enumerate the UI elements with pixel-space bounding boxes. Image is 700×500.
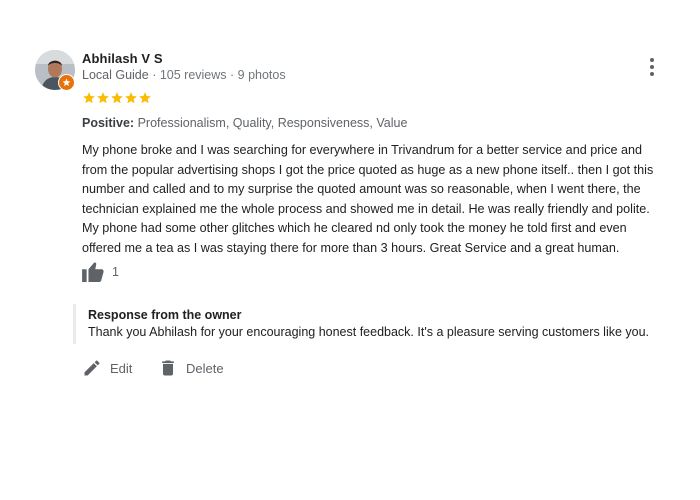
meta-separator: ·	[148, 68, 160, 82]
star-icon	[139, 92, 151, 104]
star-icon	[83, 92, 95, 104]
thumbs-up-icon	[82, 262, 104, 282]
owner-response-title: Response from the owner	[88, 308, 242, 322]
meta-separator: ·	[226, 68, 238, 82]
like-count: 1	[112, 265, 119, 279]
review-text: My phone broke and I was searching for e…	[82, 143, 654, 255]
trash-icon	[162, 360, 174, 376]
owner-response-text: Thank you Abhilash for your encouraging …	[88, 325, 650, 339]
star-icon	[125, 92, 137, 104]
positive-values: Professionalism, Quality, Responsiveness…	[137, 116, 408, 130]
owner-response: Response from the owner Thank you Abhila…	[73, 304, 700, 344]
star-rating	[82, 91, 152, 107]
more-vertical-icon[interactable]	[640, 55, 664, 79]
star-icon	[111, 92, 123, 104]
local-guide-label: Local Guide	[82, 68, 149, 82]
author-meta: Local Guide · 105 reviews · 9 photos	[82, 68, 286, 82]
author-name[interactable]: Abhilash V S	[82, 51, 163, 66]
delete-button[interactable]: Delete	[158, 356, 224, 380]
local-guide-badge-icon	[58, 74, 75, 91]
star-icon	[97, 92, 109, 104]
photo-count: 9 photos	[237, 68, 286, 82]
like-button[interactable]: 1	[82, 260, 119, 284]
review-count: 105 reviews	[159, 68, 227, 82]
review-card: Abhilash V S Local Guide · 105 reviews ·…	[0, 0, 700, 500]
positive-label: Positive:	[82, 116, 135, 130]
delete-label: Delete	[186, 360, 224, 376]
edit-label: Edit	[110, 360, 133, 376]
positive-attributes: Positive: Professionalism, Quality, Resp…	[82, 116, 407, 130]
pencil-icon	[84, 360, 100, 376]
edit-button[interactable]: Edit	[82, 356, 132, 380]
